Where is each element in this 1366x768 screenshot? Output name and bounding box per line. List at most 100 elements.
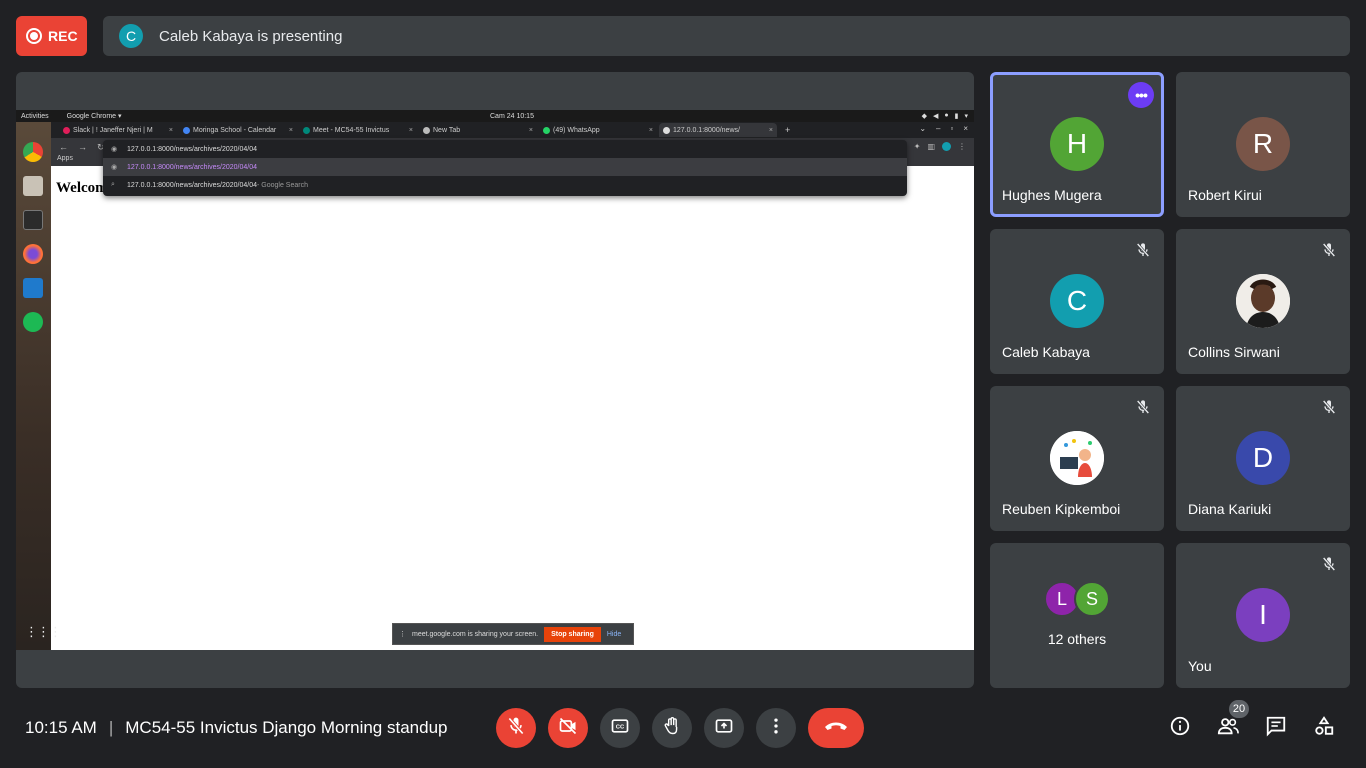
chrome-tab: Meet - MC54-55 Invictus × [299,123,417,137]
captions-button[interactable]: CC [600,708,640,748]
presenter-avatar: C [119,24,143,48]
wifi-icon: ◆ [921,113,927,120]
participant-name: You [1188,658,1212,674]
participant-tile[interactable]: R Robert Kirui [1176,72,1350,217]
participant-tile[interactable]: ••• H Hughes Mugera [990,72,1164,217]
chrome-toolbar: ← → ↻ Apps ◉ 127.0.0.1:8000/news/archive… [51,138,974,196]
mic-toggle-button[interactable] [496,708,536,748]
self-tile[interactable]: I You [1176,543,1350,688]
mic-off-icon [1132,239,1154,261]
others-avatars: L S [990,581,1164,617]
camera-off-icon [558,716,578,741]
captions-icon: CC [610,716,630,741]
terminal-app-icon [23,210,43,230]
participant-name: Reuben Kipkemboi [1002,501,1121,517]
hang-up-icon [823,716,849,741]
avatar: S [1074,581,1110,617]
present-button[interactable] [704,708,744,748]
vscode-app-icon [23,278,43,298]
raise-hand-button[interactable] [652,708,692,748]
participant-tile[interactable]: Collins Sirwani [1176,229,1350,374]
chrome-tab: (49) WhatsApp × [539,123,657,137]
power-icon: ▾ [964,113,968,120]
desktop-top-bar: Activities Google Chrome ▾ Cam 24 10:15 … [16,110,974,122]
forward-icon: → [78,142,87,152]
system-tray: ◆ ◀ ● ▮ ▾ [922,112,968,120]
chrome-extensions: ✦ ▥ ⋮ [914,142,966,151]
battery-icon: ▮ [954,113,959,120]
hide-link: Hide [606,630,622,638]
meeting-title: MC54-55 Invictus Django Morning standup [125,718,448,737]
separator: | [108,718,114,737]
participant-name: Collins Sirwani [1188,344,1280,360]
participant-name: Diana Kariuki [1188,501,1272,517]
chat-icon [1265,715,1287,742]
chrome-app-icon [23,142,43,162]
drag-handle-icon: ⋮ [399,631,406,638]
mic-off-icon [1132,396,1154,418]
present-screen-icon [714,716,734,741]
activities-button[interactable] [1312,715,1336,742]
chrome-menu-icon: ⋮ [958,142,966,151]
firefox-app-icon [23,244,43,264]
info-icon [1169,715,1191,742]
mic-icon: ● [944,112,949,119]
chrome-tab-strip: Slack | ! Janeffer Njeri | M × Moringa Sc… [51,122,974,138]
participant-tile[interactable]: Reuben Kipkemboi [990,386,1164,531]
spotify-app-icon [23,312,43,332]
new-tab-icon: + [785,125,791,135]
search-icon: ⌕ [111,181,115,188]
window-controls: ⌄ – ▫ × [919,124,968,133]
activities-icon [1313,715,1335,742]
mic-off-icon [506,716,526,741]
more-options-icon[interactable]: ••• [1128,82,1154,108]
more-vert-icon [766,716,786,741]
page-heading: Welcom [56,180,108,196]
leave-call-button[interactable] [808,708,864,748]
record-icon [26,28,42,44]
profile-photo [1050,431,1104,485]
shared-screen: Activities Google Chrome ▾ Cam 24 10:15 … [16,110,974,650]
meeting-details-button[interactable] [1168,716,1192,740]
participant-tile[interactable]: C Caleb Kabaya [990,229,1164,374]
chrome-nav-buttons: ← → ↻ [59,142,105,153]
globe-icon: ◉ [111,164,118,171]
omnibox-suggestion: ⌕ 127.0.0.1:8000/news/archives/2020/04/0… [111,181,308,189]
presenting-banner: C Caleb Kabaya is presenting [103,16,1350,56]
svg-text:CC: CC [616,724,625,730]
activities-label: Activities [21,112,49,120]
presenting-text: Caleb Kabaya is presenting [159,27,343,45]
avatar: C [1050,274,1104,328]
sidebar-icon: ▥ [927,142,935,151]
app-grid-icon: ⋮⋮⋮ [25,624,62,639]
others-count: 12 others [1047,631,1107,647]
chat-button[interactable] [1264,716,1288,740]
volume-icon: ◀ [933,113,939,120]
mic-off-icon [1318,396,1340,418]
others-tile[interactable]: L S 12 others [990,543,1164,688]
people-icon [1216,715,1240,742]
participant-count-badge: 20 [1229,700,1249,718]
desktop-dock: ⋮⋮⋮ [16,122,62,650]
back-icon: ← [59,142,68,152]
participant-name: Hughes Mugera [1002,187,1102,203]
participant-name: Robert Kirui [1188,187,1262,203]
chrome-tab: Slack | ! Janeffer Njeri | M × [59,123,177,137]
desktop-clock: Cam 24 10:15 [490,112,534,120]
presentation-stage[interactable]: Activities Google Chrome ▾ Cam 24 10:15 … [16,72,974,688]
more-options-button[interactable] [756,708,796,748]
meeting-info: 10:15 AM | MC54-55 Invictus Django Morni… [25,718,447,738]
avatar: H [1050,117,1104,171]
info-icon: ◉ [111,146,118,153]
participant-tile[interactable]: D Diana Kariuki [1176,386,1350,531]
chrome-tab: New Tab × [419,123,537,137]
mic-off-icon [1318,553,1340,575]
files-app-icon [23,176,43,196]
omnibox-input: ◉ 127.0.0.1:8000/news/archives/2020/04/0… [111,145,257,154]
hand-icon [662,716,682,741]
people-button[interactable] [1216,716,1240,740]
bookmarks-apps: Apps [57,155,73,162]
participant-name: Caleb Kabaya [1002,344,1090,360]
stop-sharing-button: Stop sharing [544,626,601,642]
camera-toggle-button[interactable] [548,708,588,748]
